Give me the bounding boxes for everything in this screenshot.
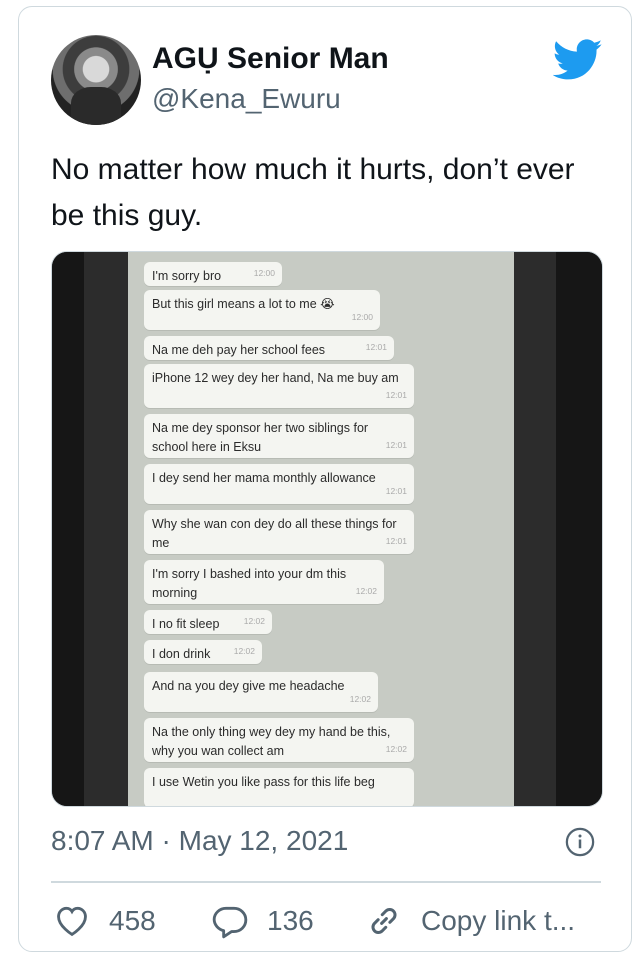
divider [51,881,601,883]
chat-message-time: 12:02 [355,586,377,596]
reply-count: 136 [267,905,314,936]
tweet-timestamp[interactable]: 8:07 AM · May 12, 2021 [51,825,348,857]
twitter-bird-icon[interactable] [553,39,603,81]
chat-message-text: iPhone 12 wey dey her hand, Na me buy am [152,371,399,385]
like-button[interactable]: 458 [53,893,156,949]
chat-message-text: I dey send her mama monthly allowance [152,471,376,485]
chat-message: But this girl means a lot to me 😭 12:00 [144,290,380,330]
chat-message-time: 12:00 [351,312,373,322]
chat-message: iPhone 12 wey dey her hand, Na me buy am… [144,364,414,408]
tweet-header: AGỤ Senior Man @Kena_Ewuru [51,29,609,129]
media-left-border [52,252,128,806]
avatar[interactable] [51,35,141,125]
chat-message-time: 12:01 [385,390,407,400]
tweet-card: AGỤ Senior Man @Kena_Ewuru No matter how… [18,6,632,952]
chat-message-text: Na me deh pay her school fees [152,343,326,357]
author-handle[interactable]: @Kena_Ewuru [152,83,341,115]
chat-message: I'm sorry bro 12:00 [144,262,282,286]
chat-message-time: 12:01 [365,342,387,352]
chat-message: I don drink 12:02 [144,640,262,664]
chat-message-time: 12:02 [233,646,255,656]
heart-icon [57,906,87,937]
chat-message: Na me deh pay her school fees 12:01 [144,336,394,360]
chat-message-text: Na the only thing wey dey my hand be thi… [152,725,391,758]
chat-message: Na the only thing wey dey my hand be thi… [144,718,414,762]
copy-link-label: Copy link t... [421,905,576,936]
chat-message-time: 12:02 [385,744,407,754]
media-right-border [514,252,602,806]
link-icon [371,908,397,934]
info-icon[interactable] [565,827,595,857]
chat-message-text: Na me dey sponsor her two siblings for s… [152,421,369,454]
chat-message-time: 12:00 [253,268,275,278]
like-count: 458 [109,905,156,936]
reply-bubble-icon [212,906,248,939]
chat-message-text: Why she wan con dey do all these things … [152,517,397,550]
chat-message: I use Wetin you like pass for this life … [144,768,414,806]
chat-message-text: And na you dey give me headache [152,679,345,693]
chat-message-time: 12:01 [385,536,407,546]
tweet-media-image[interactable]: I'm sorry bro 12:00 But this girl means a … [51,251,603,807]
reply-button[interactable]: 136 [211,893,314,949]
chat-screenshot: I'm sorry bro 12:00 But this girl means a … [128,252,516,806]
chat-message: Why she wan con dey do all these things … [144,510,414,554]
tweet-actions: 458 136 Copy link t... [51,893,607,949]
chat-message: I'm sorry I bashed into your dm this mor… [144,560,384,604]
chat-message-time: 12:01 [385,440,407,450]
chat-message: Na me dey sponsor her two siblings for s… [144,414,414,458]
chat-message: I no fit sleep 12:02 [144,610,272,634]
chat-message-time: 12:02 [243,616,265,626]
chat-message-text: I use Wetin you like pass for this life … [152,775,375,789]
author-name[interactable]: AGỤ Senior Man [152,42,389,76]
copy-link-button[interactable]: Copy link t... [365,893,575,949]
chat-message: And na you dey give me headache 12:02 [144,672,378,712]
tweet-text: No matter how much it hurts, don’t ever … [51,153,575,232]
chat-message-time: 12:01 [385,486,407,496]
chat-message: I dey send her mama monthly allowance 12:… [144,464,414,504]
chat-message-text: I'm sorry I bashed into your dm this mor… [152,567,347,600]
chat-message-time: 12:02 [349,694,371,704]
chat-message-text: But this girl means a lot to me 😭 [152,297,335,311]
